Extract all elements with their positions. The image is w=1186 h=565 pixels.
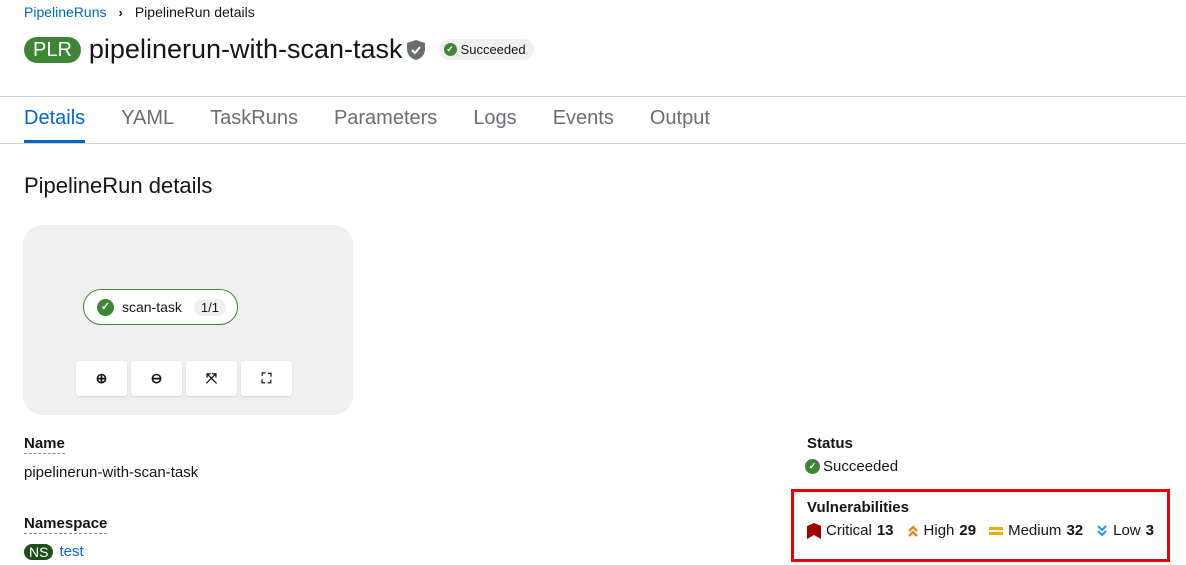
tab-bar: Details YAML TaskRuns Parameters Logs Ev… bbox=[0, 97, 1186, 144]
zoom-in-icon: ⊕ bbox=[95, 370, 108, 386]
name-value: pipelinerun-with-scan-task bbox=[24, 464, 199, 481]
resource-type-badge: PLR bbox=[24, 36, 81, 63]
task-node-name: scan-task bbox=[122, 299, 182, 315]
low-count: 3 bbox=[1145, 522, 1154, 539]
medium-severity-icon bbox=[989, 526, 1004, 535]
namespace-link[interactable]: test bbox=[59, 543, 83, 560]
check-circle-icon: ✓ bbox=[443, 43, 457, 56]
chevron-right-icon: › bbox=[118, 4, 123, 20]
medium-label: Medium bbox=[1008, 522, 1062, 539]
tab-parameters[interactable]: Parameters bbox=[334, 97, 437, 143]
vulnerabilities-label: Vulnerabilities bbox=[807, 499, 909, 516]
critical-count: 13 bbox=[876, 522, 894, 539]
zoom-out-button[interactable]: ⊖ bbox=[131, 361, 182, 396]
breadcrumb-current: PipelineRun details bbox=[134, 4, 255, 20]
tab-details[interactable]: Details bbox=[24, 97, 86, 143]
namespace-label: Namespace bbox=[24, 515, 108, 534]
expand-icon: ⛶ bbox=[261, 370, 272, 386]
tab-taskruns[interactable]: TaskRuns bbox=[210, 97, 298, 143]
reset-view-button[interactable]: ⛶ bbox=[241, 361, 292, 396]
status-label: Status bbox=[807, 435, 853, 452]
high-severity-icon bbox=[907, 524, 918, 537]
low-severity-icon bbox=[1097, 524, 1107, 537]
shield-check-icon bbox=[406, 39, 425, 60]
vulnerability-summary: Critical 13 High 29 Medium 32 Low 3 bbox=[807, 522, 1162, 539]
page-title: pipelinerun-with-scan-task bbox=[88, 34, 403, 64]
tab-yaml[interactable]: YAML bbox=[121, 97, 174, 143]
status-badge-label: Succeeded bbox=[460, 42, 526, 57]
high-label: High bbox=[923, 522, 955, 539]
expand-arrows-icon: ⤧ bbox=[205, 370, 218, 386]
tab-output[interactable]: Output bbox=[650, 97, 710, 143]
status-badge: ✓ Succeeded bbox=[438, 39, 534, 60]
name-label: Name bbox=[24, 435, 65, 454]
namespace-value: NS test bbox=[24, 543, 84, 560]
breadcrumb: PipelineRuns › PipelineRun details bbox=[24, 4, 255, 20]
check-circle-icon: ✓ bbox=[805, 459, 820, 474]
task-node[interactable]: ✓ scan-task 1/1 bbox=[83, 289, 238, 325]
critical-label: Critical bbox=[826, 522, 872, 539]
critical-severity-icon bbox=[807, 522, 821, 539]
section-title: PipelineRun details bbox=[24, 173, 213, 198]
check-circle-icon: ✓ bbox=[97, 298, 114, 316]
fit-to-screen-button[interactable]: ⤧ bbox=[186, 361, 237, 396]
low-label: Low bbox=[1113, 522, 1141, 539]
pipeline-topology: ✓ scan-task 1/1 ⊕ ⊖ ⤧ ⛶ bbox=[23, 225, 353, 415]
medium-count: 32 bbox=[1066, 522, 1084, 539]
tab-events[interactable]: Events bbox=[553, 97, 614, 143]
zoom-in-button[interactable]: ⊕ bbox=[76, 361, 127, 396]
status-text: Succeeded bbox=[823, 458, 899, 475]
task-node-count: 1/1 bbox=[193, 298, 226, 316]
namespace-badge: NS bbox=[24, 543, 54, 560]
breadcrumb-pipelineruns-link[interactable]: PipelineRuns bbox=[24, 4, 107, 20]
zoom-out-icon: ⊖ bbox=[150, 370, 163, 386]
status-value: ✓ Succeeded bbox=[805, 458, 898, 475]
high-count: 29 bbox=[959, 522, 977, 539]
tab-logs[interactable]: Logs bbox=[473, 97, 516, 143]
page-header: PLR pipelinerun-with-scan-task ✓ Succeede… bbox=[24, 34, 534, 65]
